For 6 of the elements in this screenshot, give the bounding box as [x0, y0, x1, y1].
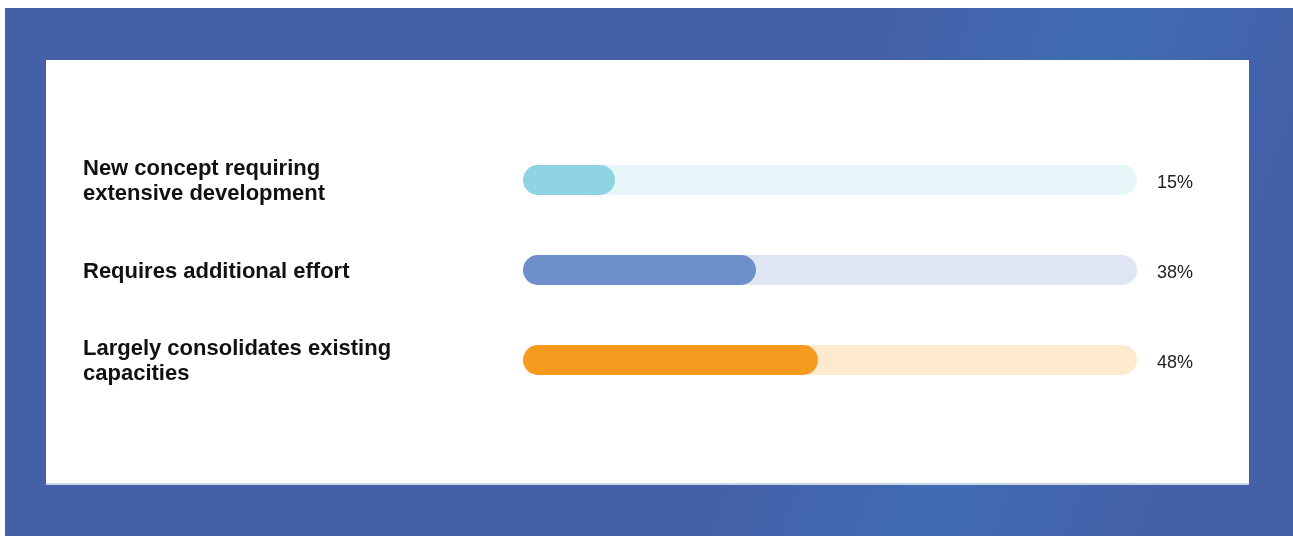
percent-value: 38%: [1157, 261, 1195, 283]
percent-value: 15%: [1157, 171, 1195, 193]
row-label: Requires additional effort: [83, 257, 351, 283]
row-label: Largely consolidates existing capacities: [83, 335, 393, 385]
row-label: New concept requiring extensive development: [83, 155, 327, 205]
percent-value: 48%: [1157, 351, 1195, 373]
